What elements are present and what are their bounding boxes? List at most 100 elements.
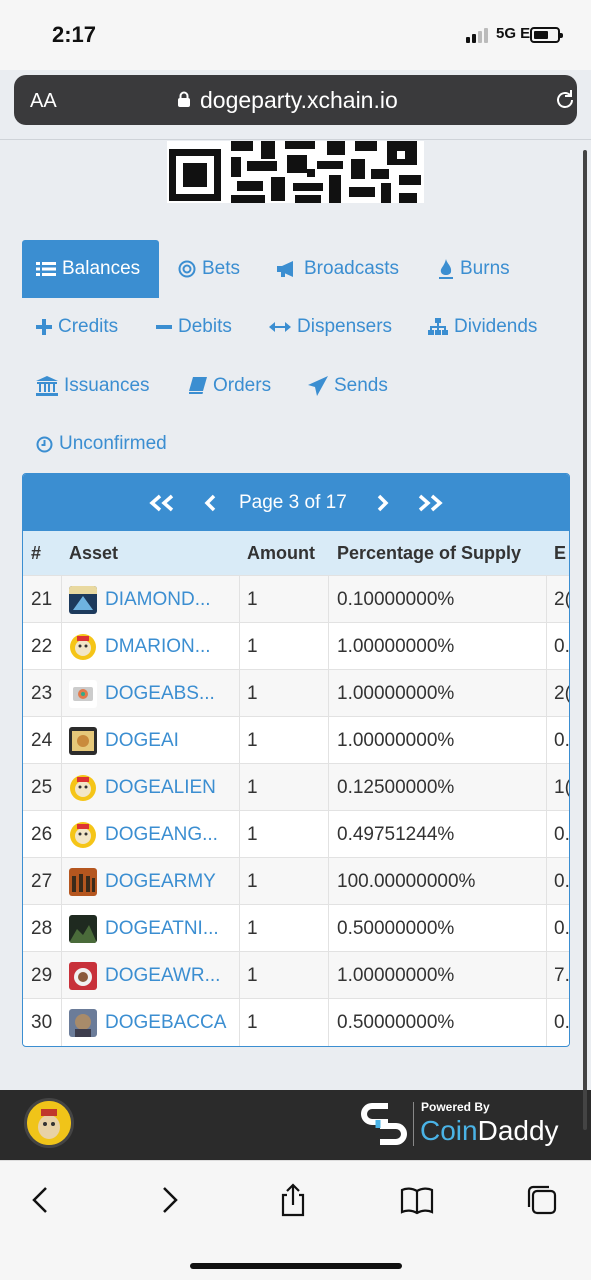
balances-panel: Page 3 of 17 # Asset Amount Percentage o… xyxy=(22,473,570,1047)
share-button[interactable] xyxy=(276,1183,310,1217)
tab-label: Debits xyxy=(178,316,232,337)
home-indicator xyxy=(190,1263,402,1269)
amount-value: 1 xyxy=(247,871,258,892)
asset-link[interactable]: DOGEALIEN xyxy=(105,777,216,799)
extra-value: 2( xyxy=(554,683,570,704)
asset-thumbnail xyxy=(70,822,96,848)
prev-page-button[interactable] xyxy=(203,474,217,531)
asset-thumbnail xyxy=(70,634,96,660)
table-row: 26 DOGEANG... 1 0.49751244% 0. xyxy=(23,810,569,858)
tab-dispensers[interactable]: Dispensers xyxy=(255,298,406,356)
next-page-button[interactable] xyxy=(376,474,390,531)
battery-icon xyxy=(530,27,563,43)
first-page-button[interactable] xyxy=(148,474,176,531)
tabs-button[interactable] xyxy=(525,1183,559,1217)
tab-sends[interactable]: Sends xyxy=(294,357,402,415)
tab-debits[interactable]: Debits xyxy=(142,298,246,356)
text-size-button[interactable]: AA xyxy=(30,90,57,113)
table-row: 28 DOGEATNI... 1 0.50000000% 0. xyxy=(23,904,570,952)
tab-label: Balances xyxy=(62,258,141,279)
coindaddy-wordmark[interactable]: CoinDaddy xyxy=(420,1115,559,1147)
asset-thumbnail xyxy=(69,1009,97,1037)
tab-burns[interactable]: Burns xyxy=(424,240,524,298)
forward-button[interactable] xyxy=(152,1183,186,1217)
asset-link[interactable]: DOGEARMY xyxy=(105,871,216,893)
asset-link[interactable]: DOGEAI xyxy=(105,730,179,752)
divider xyxy=(413,1102,414,1146)
asset-link[interactable]: DOGEANG... xyxy=(105,824,218,846)
table-row: 24 DOGEAI 1 1.00000000% 0. xyxy=(23,716,569,764)
row-number: 26 xyxy=(31,824,53,845)
doge-avatar-icon xyxy=(27,1101,71,1145)
percentage-value: 0.50000000% xyxy=(337,1012,455,1033)
page-indicator: Page 3 of 17 xyxy=(239,491,347,513)
percentage-value: 1.00000000% xyxy=(337,730,455,751)
last-page-button[interactable] xyxy=(416,474,444,531)
qr-code xyxy=(167,141,424,203)
tab-dividends[interactable]: Dividends xyxy=(414,298,551,356)
tab-label: Burns xyxy=(460,258,510,279)
brand-part1: Coin xyxy=(420,1115,478,1146)
double-chevron-left-icon xyxy=(149,494,174,511)
bookmarks-button[interactable] xyxy=(400,1183,434,1217)
extra-value: 1( xyxy=(554,777,570,798)
amount-value: 1 xyxy=(247,730,258,751)
asset-link[interactable]: DIAMOND... xyxy=(105,589,211,611)
avatar[interactable] xyxy=(24,1098,74,1148)
tab-label: Dispensers xyxy=(297,316,393,337)
asset-link[interactable]: DOGEBACCA xyxy=(105,1012,226,1034)
tab-label: Credits xyxy=(58,316,119,337)
row-number: 22 xyxy=(31,636,53,657)
fire-icon xyxy=(439,259,453,279)
column-header-asset[interactable]: Asset xyxy=(69,543,118,564)
chevron-right-icon xyxy=(377,494,389,511)
reload-icon[interactable] xyxy=(554,89,576,111)
tab-label: Unconfirmed xyxy=(59,433,167,454)
row-number: 30 xyxy=(31,1012,53,1033)
powered-by-label: Powered By xyxy=(421,1100,490,1114)
asset-link[interactable]: DOGEABS... xyxy=(105,683,215,705)
amount-value: 1 xyxy=(247,918,258,939)
tab-issuances[interactable]: Issuances xyxy=(22,357,164,415)
status-bar: 2:17 5G E xyxy=(0,0,591,70)
coindaddy-logo-icon xyxy=(361,1103,407,1145)
target-icon xyxy=(178,260,196,278)
table-row: 23 DOGEABS... 1 1.00000000% 2( xyxy=(23,669,570,717)
page-scrollbar[interactable] xyxy=(583,150,587,1130)
column-header-extra[interactable]: E xyxy=(554,543,566,564)
site-footer: Powered By CoinDaddy xyxy=(0,1090,591,1160)
tab-balances[interactable]: Balances xyxy=(22,240,159,298)
asset-thumbnail xyxy=(69,680,97,708)
clock-icon xyxy=(36,436,53,452)
sitemap-icon xyxy=(428,318,448,335)
column-header-amount[interactable]: Amount xyxy=(247,543,315,564)
column-header-percentage[interactable]: Percentage of Supply xyxy=(337,543,521,564)
amount-value: 1 xyxy=(247,965,258,986)
tab-bets[interactable]: Bets xyxy=(164,240,254,298)
percentage-value: 0.50000000% xyxy=(337,918,455,939)
amount-value: 1 xyxy=(247,1012,258,1033)
address-bar[interactable]: AA dogeparty.xchain.io xyxy=(14,75,577,125)
tab-broadcasts[interactable]: Broadcasts xyxy=(262,240,413,298)
row-number: 28 xyxy=(31,918,53,939)
asset-link[interactable]: DMARION... xyxy=(105,636,211,658)
table-row: 22 DMARION... 1 1.00000000% 0. xyxy=(23,622,569,670)
double-chevron-right-icon xyxy=(418,494,443,511)
amount-value: 1 xyxy=(247,636,258,657)
back-button[interactable] xyxy=(24,1183,58,1217)
tab-credits[interactable]: Credits xyxy=(22,298,132,356)
tab-orders[interactable]: Orders xyxy=(175,357,285,415)
asset-link[interactable]: DOGEAWR... xyxy=(105,965,220,987)
pagination-bar: Page 3 of 17 xyxy=(23,474,569,531)
column-header-num[interactable]: # xyxy=(31,543,41,564)
tab-label: Issuances xyxy=(64,375,150,396)
amount-value: 1 xyxy=(247,589,258,610)
tab-unconfirmed[interactable]: Unconfirmed xyxy=(22,415,181,473)
plus-icon xyxy=(36,319,52,335)
extra-value: 0. xyxy=(554,918,570,939)
status-time: 2:17 xyxy=(52,22,97,47)
url-text[interactable]: dogeparty.xchain.io xyxy=(200,87,398,114)
tab-label: Bets xyxy=(202,258,241,279)
bank-icon xyxy=(36,376,58,396)
asset-link[interactable]: DOGEATNI... xyxy=(105,918,219,940)
